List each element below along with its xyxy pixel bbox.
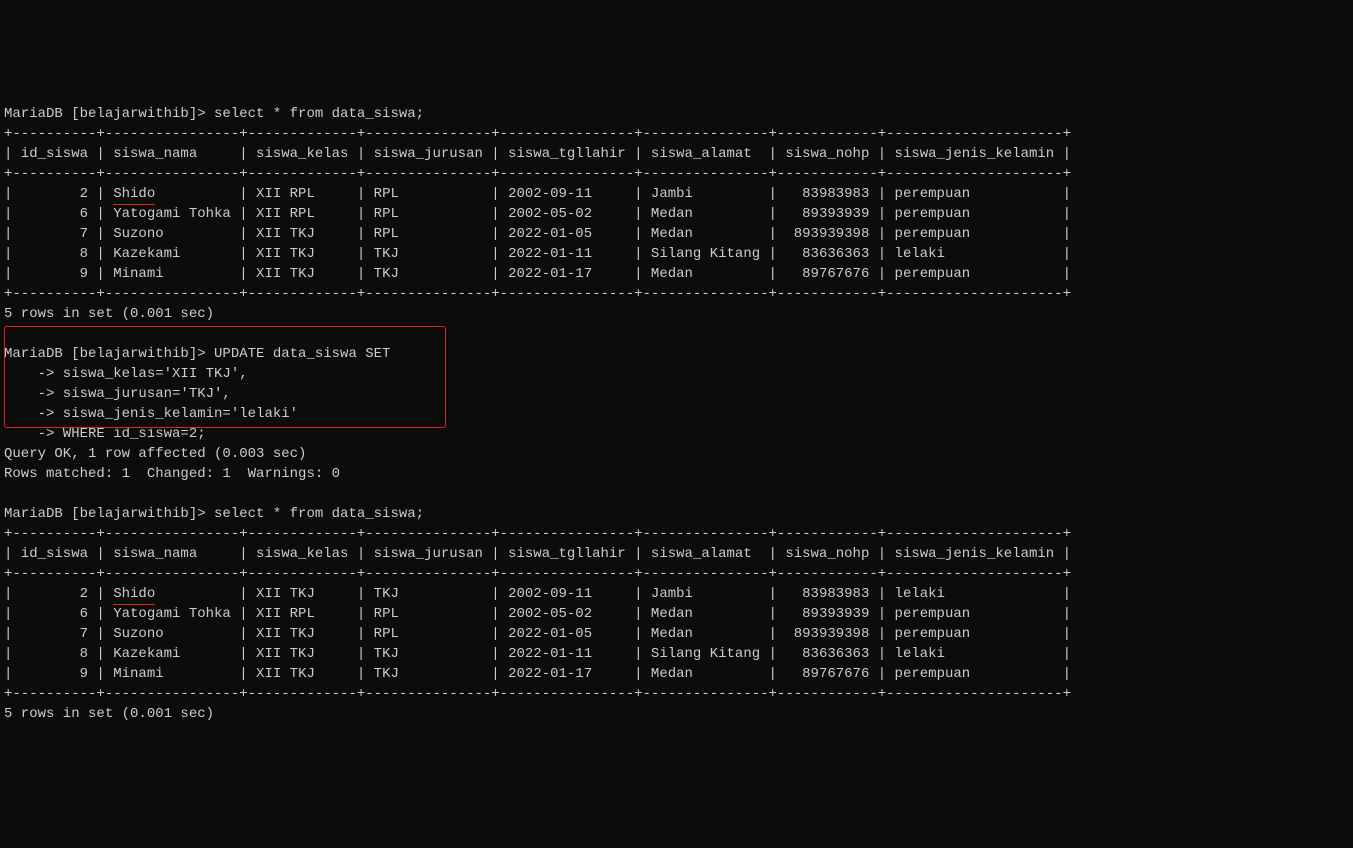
update-line: MariaDB [belajarwithib]> UPDATE data_sis… bbox=[4, 346, 390, 362]
highlight-name-shido-1: Shido bbox=[113, 184, 155, 204]
table1-row: | 8 | Kazekami | XII TKJ | TKJ | 2022-01… bbox=[4, 246, 1071, 262]
update-line: -> siswa_jurusan='TKJ', bbox=[4, 386, 231, 402]
update-line: -> siswa_kelas='XII TKJ', bbox=[4, 366, 248, 382]
prompt-select-1: MariaDB [belajarwithib]> select * from d… bbox=[4, 106, 424, 122]
update-line: -> siswa_jenis_kelamin='lelaki' bbox=[4, 406, 298, 422]
table1-row: | 2 | Shido | XII RPL | RPL | 2002-09-11… bbox=[4, 186, 1071, 202]
query-ok: Query OK, 1 row affected (0.003 sec) bbox=[4, 446, 306, 462]
prompt-select-2: MariaDB [belajarwithib]> select * from d… bbox=[4, 506, 424, 522]
rows-in-set-1: 5 rows in set (0.001 sec) bbox=[4, 306, 214, 322]
table2-row: | 9 | Minami | XII TKJ | TKJ | 2022-01-1… bbox=[4, 666, 1071, 682]
table2-row: | 7 | Suzono | XII TKJ | RPL | 2022-01-0… bbox=[4, 626, 1071, 642]
table2-sep-bot: +----------+----------------+-----------… bbox=[4, 686, 1071, 702]
rows-matched: Rows matched: 1 Changed: 1 Warnings: 0 bbox=[4, 466, 340, 482]
highlight-name-shido-2: Shido bbox=[113, 584, 155, 604]
table2-row: | 2 | Shido | XII TKJ | TKJ | 2002-09-11… bbox=[4, 586, 1071, 602]
table2-row: | 8 | Kazekami | XII TKJ | TKJ | 2022-01… bbox=[4, 646, 1071, 662]
rows-in-set-2: 5 rows in set (0.001 sec) bbox=[4, 706, 214, 722]
table1-row: | 6 | Yatogami Tohka | XII RPL | RPL | 2… bbox=[4, 206, 1071, 222]
table1-sep-top: +----------+----------------+-----------… bbox=[4, 126, 1071, 142]
table1-sep-bot: +----------+----------------+-----------… bbox=[4, 286, 1071, 302]
table1-sep-mid: +----------+----------------+-----------… bbox=[4, 166, 1071, 182]
table2-row: | 6 | Yatogami Tohka | XII RPL | RPL | 2… bbox=[4, 606, 1071, 622]
table2-sep-top: +----------+----------------+-----------… bbox=[4, 526, 1071, 542]
table2-sep-mid: +----------+----------------+-----------… bbox=[4, 566, 1071, 582]
table1-header: | id_siswa | siswa_nama | siswa_kelas | … bbox=[4, 146, 1071, 162]
table2-header: | id_siswa | siswa_nama | siswa_kelas | … bbox=[4, 546, 1071, 562]
table1-row: | 7 | Suzono | XII TKJ | RPL | 2022-01-0… bbox=[4, 226, 1071, 242]
terminal[interactable]: MariaDB [belajarwithib]> select * from d… bbox=[4, 84, 1349, 744]
table1-row: | 9 | Minami | XII TKJ | TKJ | 2022-01-1… bbox=[4, 266, 1071, 282]
update-line: -> WHERE id_siswa=2; bbox=[4, 426, 206, 442]
